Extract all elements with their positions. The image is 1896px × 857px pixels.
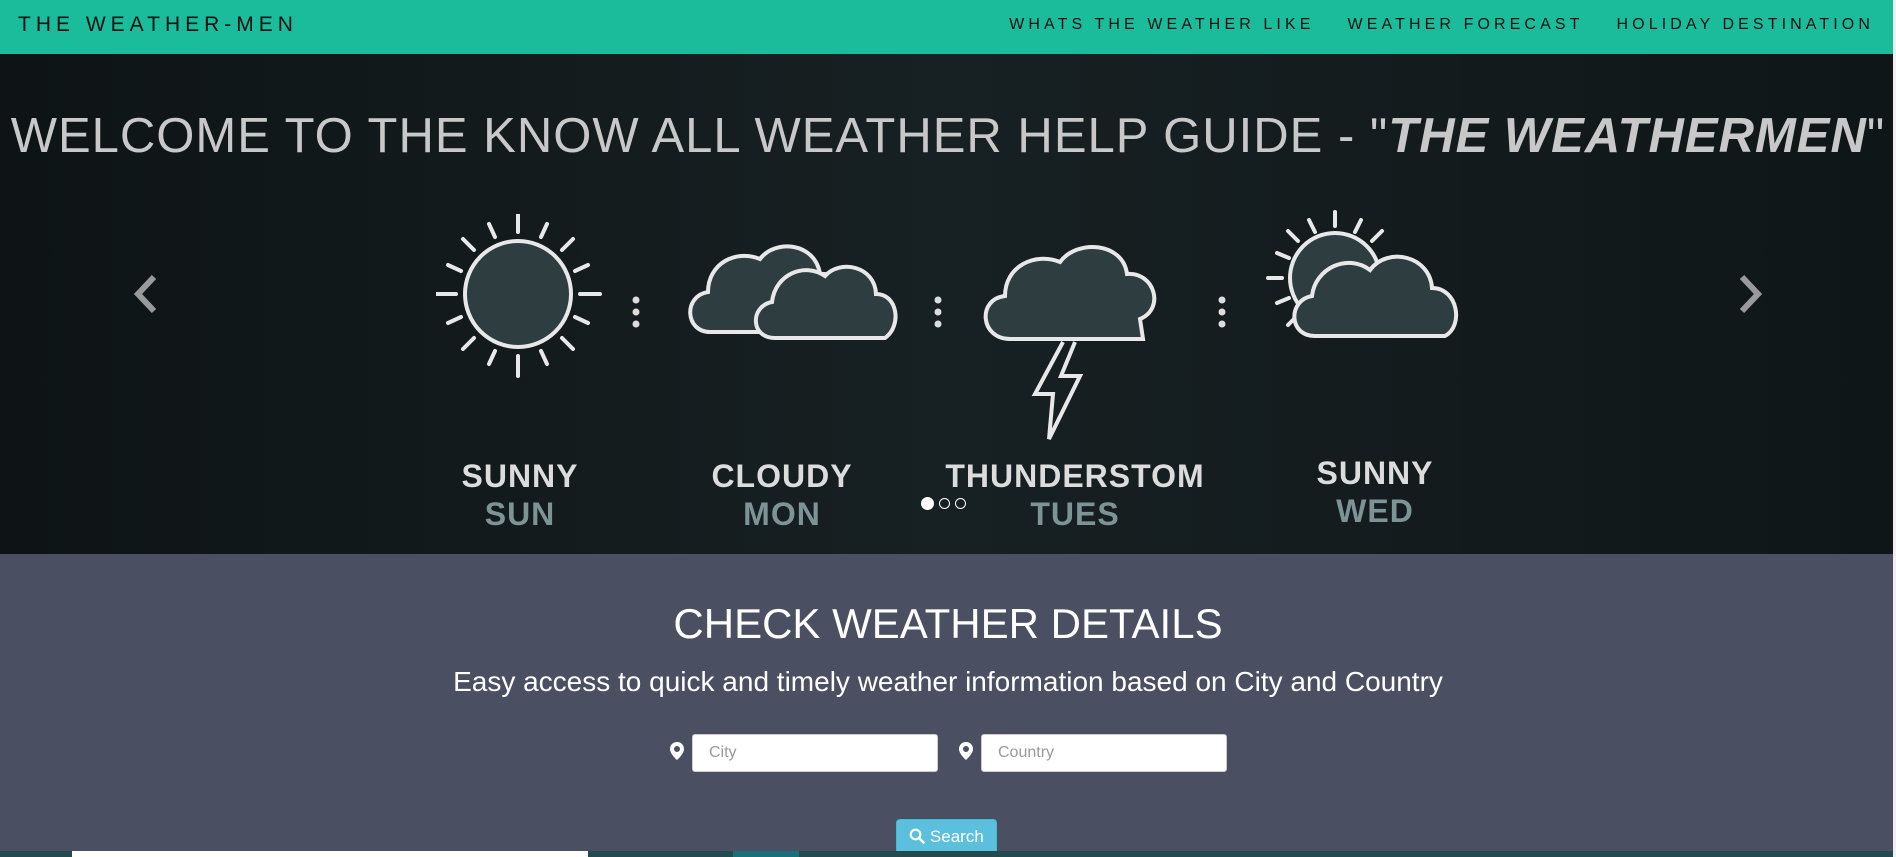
carousel-next-button[interactable] [1730,269,1770,319]
cloud-icon [688,244,898,340]
carousel: WELCOME TO THE KNOW ALL WEATHER HELP GUI… [0,54,1896,554]
city-input[interactable] [692,734,938,772]
sun-icon [436,214,602,378]
carousel-slide: WELCOME TO THE KNOW ALL WEATHER HELP GUI… [0,54,1896,554]
carousel-indicator-1[interactable] [921,497,934,510]
day-name: SUN [484,496,556,532]
carousel-indicator-2[interactable] [939,498,950,509]
day-name: TUES [1030,496,1120,532]
carousel-prev-button[interactable] [126,269,166,319]
welcome-heading: WELCOME TO THE KNOW ALL WEATHER HELP GUI… [0,108,1896,164]
day-condition: SUNNY [461,458,579,494]
chevron-right-icon [1739,274,1763,314]
brand-logo[interactable]: THE WEATHER-MEN [18,0,298,50]
map-marker-icon [670,742,684,760]
map-marker-icon [959,742,973,760]
thunderstorm-icon [983,245,1157,440]
next-section-accent [733,851,799,857]
country-input[interactable] [981,734,1227,772]
carousel-indicators [921,497,971,510]
day-condition: THUNDERSTOM [945,458,1205,494]
weather-title: CHECK WEATHER DETAILS [673,600,1223,647]
weather-subtitle: Easy access to quick and timely weather … [453,666,1443,697]
chevron-left-icon [133,274,157,314]
day-condition: SUNNY [1316,455,1434,491]
search-icon [909,828,925,844]
day-name: MON [743,496,821,532]
welcome-suffix: " [1866,109,1886,163]
day-condition: CLOUDY [711,458,853,494]
nav-link-holiday-destination[interactable]: HOLIDAY DESTINATION [1617,0,1875,50]
separator-dots [1218,296,1226,328]
nav-links: WHATS THE WEATHER LIKE WEATHER FORECAST … [976,0,1874,50]
carousel-indicator-3[interactable] [955,498,966,509]
search-button-label: Search [929,827,984,846]
welcome-emphasis: THE WEATHERMEN [1388,109,1867,163]
navbar: THE WEATHER-MEN WHATS THE WEATHER LIKE W… [0,0,1896,54]
nav-link-whats-the-weather-like[interactable]: WHATS THE WEATHER LIKE [1009,0,1314,50]
welcome-prefix: WELCOME TO THE KNOW ALL WEATHER HELP GUI… [10,109,1389,163]
separator-dots [632,296,640,328]
nav-link-weather-forecast[interactable]: WEATHER FORECAST [1348,0,1584,50]
partly-sunny-icon [1266,210,1459,338]
next-section-panel [72,851,588,857]
day-name: WED [1336,493,1414,529]
separator-dots [934,296,942,328]
weather-section: CHECK WEATHER DETAILS Easy access to qui… [0,554,1896,857]
